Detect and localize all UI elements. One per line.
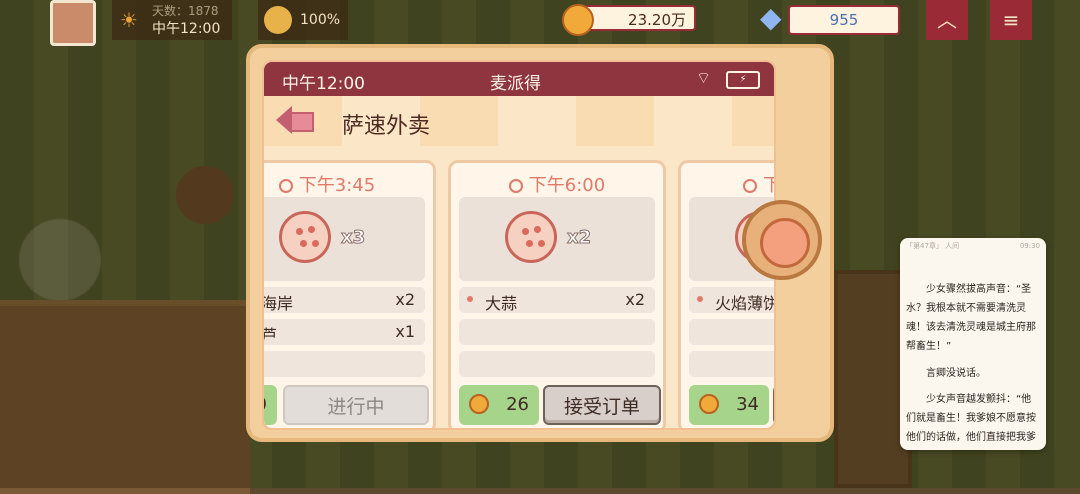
phone-screen: 中午12:00 麦派得 ⌔ ⚡ 萨速外卖 下午3:45 x3 海岸 x2 芦 x… — [262, 60, 776, 430]
diamond-icon: ◆ — [760, 1, 782, 34]
chevron-up-icon: ︿ — [937, 8, 957, 32]
coin-counter[interactable]: 23.20万 — [562, 0, 702, 36]
clock-icon — [508, 179, 523, 193]
order-time: 下午6:00 — [451, 171, 663, 197]
pizza-icon — [279, 211, 331, 263]
reading-popup[interactable]: 「第47章」 人间 09:30 少女骤然拔高声音：“圣水？我根本就不需要清洗灵魂… — [900, 238, 1046, 450]
status-time: 中午12:00 — [282, 74, 365, 94]
mood-panel: 100% — [258, 0, 348, 40]
order-item-empty — [689, 351, 774, 377]
wifi-icon: ⌔ — [696, 68, 712, 87]
game-time: 中午12:00 — [152, 21, 221, 37]
order-item: 经典海岸 x2 — [262, 287, 425, 313]
battery-icon: ⚡ — [726, 71, 760, 89]
reader-paragraph: 言卿没说话。 — [926, 368, 986, 379]
clock-icon — [278, 179, 293, 193]
coin-icon — [699, 394, 719, 414]
item-count: x2 — [395, 290, 415, 309]
order-item: 大蒜 x2 — [459, 287, 655, 313]
in-progress-button[interactable]: 进行中 — [283, 385, 429, 425]
gem-counter[interactable]: 955 ◆ — [760, 0, 900, 36]
item-count: x1 — [395, 322, 415, 341]
accept-order-button[interactable]: 接受订单 — [543, 385, 661, 425]
menu-icon: ≡ — [1002, 8, 1020, 32]
order-item-empty — [264, 351, 425, 377]
item-name: 火焰薄饼 — [715, 294, 776, 313]
order-item-empty — [459, 351, 655, 377]
pizza-icon — [505, 211, 557, 263]
reader-paragraph: 少女声音越发颤抖：“他们就是畜生！我爹娘不愿意按他们的话做，他们直接把我爹娘 — [906, 394, 1036, 443]
item-name: 西葫芦 — [262, 326, 278, 345]
smiley-icon — [264, 6, 292, 34]
chapter-label: 「第47章」 人间 — [906, 242, 960, 250]
day-count: 天数：1878 — [152, 4, 219, 18]
menu-button[interactable]: ≡ — [990, 0, 1032, 40]
dish-quantity: x2 — [566, 227, 592, 249]
mood-value: 100% — [300, 12, 341, 28]
app-title: 萨速外卖 — [342, 114, 431, 139]
gem-amount: 955 — [788, 5, 900, 35]
reader-header: 「第47章」 人间 09:30 — [906, 240, 1040, 252]
item-name: 大蒜 — [485, 294, 518, 313]
order-card: 下午3:45 x3 经典海岸 x2 西葫芦 x1 — [262, 160, 436, 428]
reward-value: 26 — [506, 394, 529, 415]
app-header: 萨速外卖 — [264, 96, 774, 146]
item-name: 经典海岸 — [262, 294, 294, 313]
order-reward: 34 — [689, 385, 769, 425]
coin-icon — [469, 394, 489, 414]
reader-paragraph: 少女骤然拔高声音：“圣水？我根本就不需要清洗灵魂！该去清洗灵魂是城主府那帮畜生！… — [906, 284, 1036, 352]
dish-quantity: x3 — [340, 227, 366, 249]
back-button[interactable] — [276, 104, 316, 136]
coin-amount: 23.20万 — [584, 5, 696, 31]
dish-preview: x3 — [264, 197, 425, 281]
dish-preview: x2 — [459, 197, 655, 281]
order-card: 下午 火焰薄饼 34 — [678, 160, 776, 428]
reward-value: 34 — [736, 394, 759, 415]
item-count: x2 — [625, 290, 645, 309]
player-avatar[interactable] — [50, 0, 96, 46]
order-card: 下午6:00 x2 大蒜 x2 26 接受订单 — [448, 160, 666, 428]
order-item-empty — [459, 319, 655, 345]
order-item: 火焰薄饼 — [689, 287, 776, 313]
reward-value: 50 — [264, 394, 267, 415]
accept-order-button[interactable] — [773, 385, 774, 425]
reader-clock: 09:30 — [1019, 242, 1040, 250]
order-time: 下午 — [681, 171, 774, 197]
order-list[interactable]: 下午3:45 x3 经典海岸 x2 西葫芦 x1 — [262, 152, 776, 428]
order-reward: 26 — [459, 385, 539, 425]
day-time-panel: ☀ 天数：1878 中午12:00 — [112, 0, 232, 40]
phone-status-bar: 中午12:00 麦派得 ⌔ ⚡ — [264, 62, 774, 96]
order-reward: 50 — [264, 385, 277, 425]
order-item-empty — [689, 319, 774, 345]
clock-icon — [743, 179, 757, 193]
sun-icon: ☀ — [120, 8, 138, 32]
phone-home-button[interactable] — [742, 200, 822, 280]
collapse-button[interactable]: ︿ — [926, 0, 968, 40]
coin-icon — [562, 4, 594, 36]
order-time: 下午3:45 — [264, 171, 433, 197]
order-item: 西葫芦 x1 — [262, 319, 425, 345]
status-title: 麦派得 — [490, 74, 541, 94]
